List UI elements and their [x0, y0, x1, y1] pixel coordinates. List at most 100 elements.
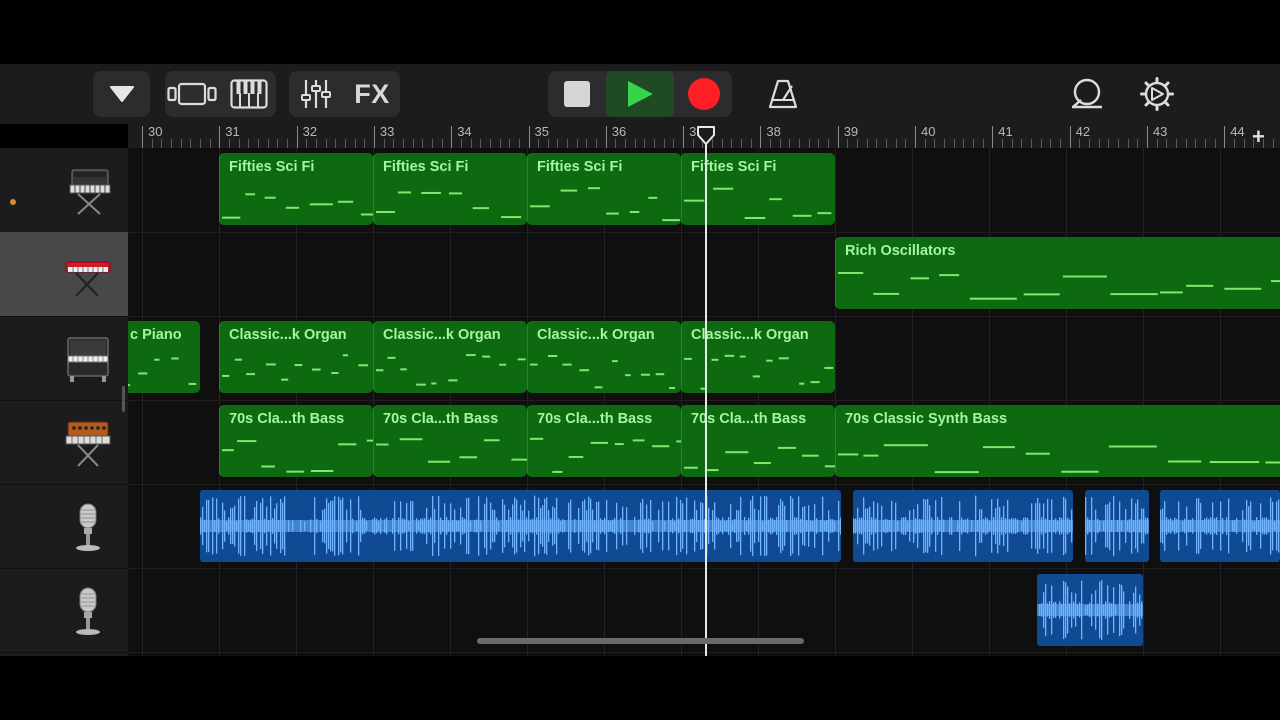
midi-region[interactable]: Classic...k Organ — [373, 321, 527, 393]
region-notes — [222, 439, 373, 473]
playhead-handle[interactable] — [696, 126, 716, 146]
ruler-subtick — [1185, 139, 1187, 148]
track-header[interactable] — [0, 568, 128, 653]
ruler-subtick — [731, 139, 733, 148]
ruler-subtick — [847, 139, 849, 148]
ruler-subtick — [238, 139, 240, 148]
ruler-subtick — [480, 139, 482, 148]
midi-region[interactable]: Fifties Sci Fi — [527, 153, 681, 225]
track-header[interactable] — [0, 316, 128, 401]
ruler-subtick — [953, 139, 955, 148]
ruler-subtick — [547, 139, 549, 148]
ruler-subtick — [199, 139, 201, 148]
play-icon — [628, 81, 653, 107]
ruler-subtick — [1117, 139, 1119, 148]
midi-region[interactable]: 70s Classic Synth Bass — [835, 405, 1280, 477]
ruler-bar-tick — [142, 126, 143, 148]
loop-icon — [1072, 78, 1102, 109]
piano-keyboard-icon — [230, 79, 268, 109]
ruler-subtick — [1233, 139, 1235, 148]
ruler-subtick — [1137, 139, 1139, 148]
control-bar: FX — [0, 64, 1280, 124]
audio-waveform — [853, 495, 1073, 557]
ruler-bar-tick — [451, 126, 453, 148]
ruler-subtick — [866, 139, 868, 148]
tracks-area[interactable]: Fifties Sci Fi Fifties Sci Fi Fifties Sci … — [128, 148, 1280, 656]
ruler-subtick — [470, 139, 472, 148]
ruler-subtick — [422, 139, 424, 148]
region-notes — [838, 271, 1280, 300]
audio-region[interactable] — [200, 490, 841, 562]
ruler-subtick — [499, 139, 501, 148]
upright-piano-icon — [60, 332, 116, 386]
ruler-subtick — [779, 139, 781, 148]
audio-waveform — [1085, 495, 1149, 557]
ruler-subtick — [615, 139, 617, 148]
ruler-subtick — [509, 139, 511, 148]
record-button[interactable] — [676, 71, 732, 117]
ruler-subtick — [625, 139, 627, 148]
tracks-view-button[interactable] — [165, 71, 219, 117]
ruler-bar-tick — [296, 126, 298, 148]
track-header[interactable] — [0, 232, 128, 317]
ruler-bar-tick — [992, 126, 994, 148]
ruler-subtick — [596, 139, 598, 148]
fx-button[interactable]: FX — [344, 71, 400, 117]
ruler-subtick — [393, 139, 395, 148]
midi-region[interactable]: c Piano — [128, 321, 200, 393]
midi-region[interactable]: 70s Cla...th Bass — [219, 405, 373, 477]
playhead[interactable] — [705, 136, 707, 656]
ruler-bar-tick — [219, 126, 221, 148]
bottom-letterbox — [0, 656, 1280, 720]
midi-region[interactable]: Fifties Sci Fi — [219, 153, 373, 225]
ruler-subtick — [325, 139, 327, 148]
play-button[interactable] — [606, 71, 674, 117]
add-section-button[interactable]: + — [1252, 124, 1265, 150]
triangle-down-icon — [109, 86, 134, 102]
keyboard-button[interactable] — [222, 71, 276, 117]
region-notes — [376, 354, 526, 386]
ruler-bar-tick — [605, 126, 607, 148]
horizontal-scrollbar[interactable] — [477, 638, 804, 644]
ruler-subtick — [1011, 139, 1013, 148]
midi-region[interactable]: Classic...k Organ — [527, 321, 681, 393]
ruler-subtick — [876, 139, 878, 148]
midi-region[interactable]: 70s Cla...th Bass — [373, 405, 527, 477]
analog-synth-icon — [60, 416, 116, 470]
midi-region[interactable]: Classic...k Organ — [219, 321, 373, 393]
track-header[interactable] — [0, 484, 128, 569]
ruler-subtick — [663, 139, 665, 148]
ruler-subtick — [673, 139, 675, 148]
audio-region[interactable] — [853, 490, 1073, 562]
track-header[interactable] — [0, 148, 128, 233]
ruler-subtick — [770, 139, 772, 148]
region-notes — [128, 357, 197, 387]
ruler-subtick — [654, 139, 656, 148]
audio-waveform — [1037, 579, 1143, 641]
ruler-subtick — [170, 139, 172, 148]
stop-button[interactable] — [548, 71, 605, 117]
ruler-subtick — [402, 139, 404, 148]
ruler-subtick — [1098, 139, 1100, 148]
region-notes — [530, 354, 676, 390]
tracks-view-icon — [167, 82, 217, 106]
ruler-subtick — [315, 139, 317, 148]
audio-region[interactable] — [1085, 490, 1149, 562]
track-header[interactable] — [0, 400, 128, 485]
audio-region[interactable] — [1160, 490, 1280, 562]
midi-region[interactable]: Rich Oscillators — [835, 237, 1280, 309]
ruler-subtick — [934, 139, 936, 148]
midi-region[interactable]: Fifties Sci Fi — [373, 153, 527, 225]
settings-button[interactable] — [1130, 71, 1184, 117]
audio-waveform — [200, 495, 841, 557]
mixer-button[interactable] — [289, 71, 343, 117]
ruler-subtick — [721, 139, 723, 148]
audio-region[interactable] — [1037, 574, 1143, 646]
midi-region[interactable]: 70s Cla...th Bass — [527, 405, 681, 477]
metronome-button[interactable] — [756, 71, 810, 117]
track-activity-indicator — [10, 199, 16, 205]
ruler-subtick — [489, 139, 491, 148]
tracks-menu-button[interactable] — [93, 71, 150, 117]
ruler-bar-tick — [528, 126, 530, 148]
loop-browser-button[interactable] — [1060, 71, 1114, 117]
